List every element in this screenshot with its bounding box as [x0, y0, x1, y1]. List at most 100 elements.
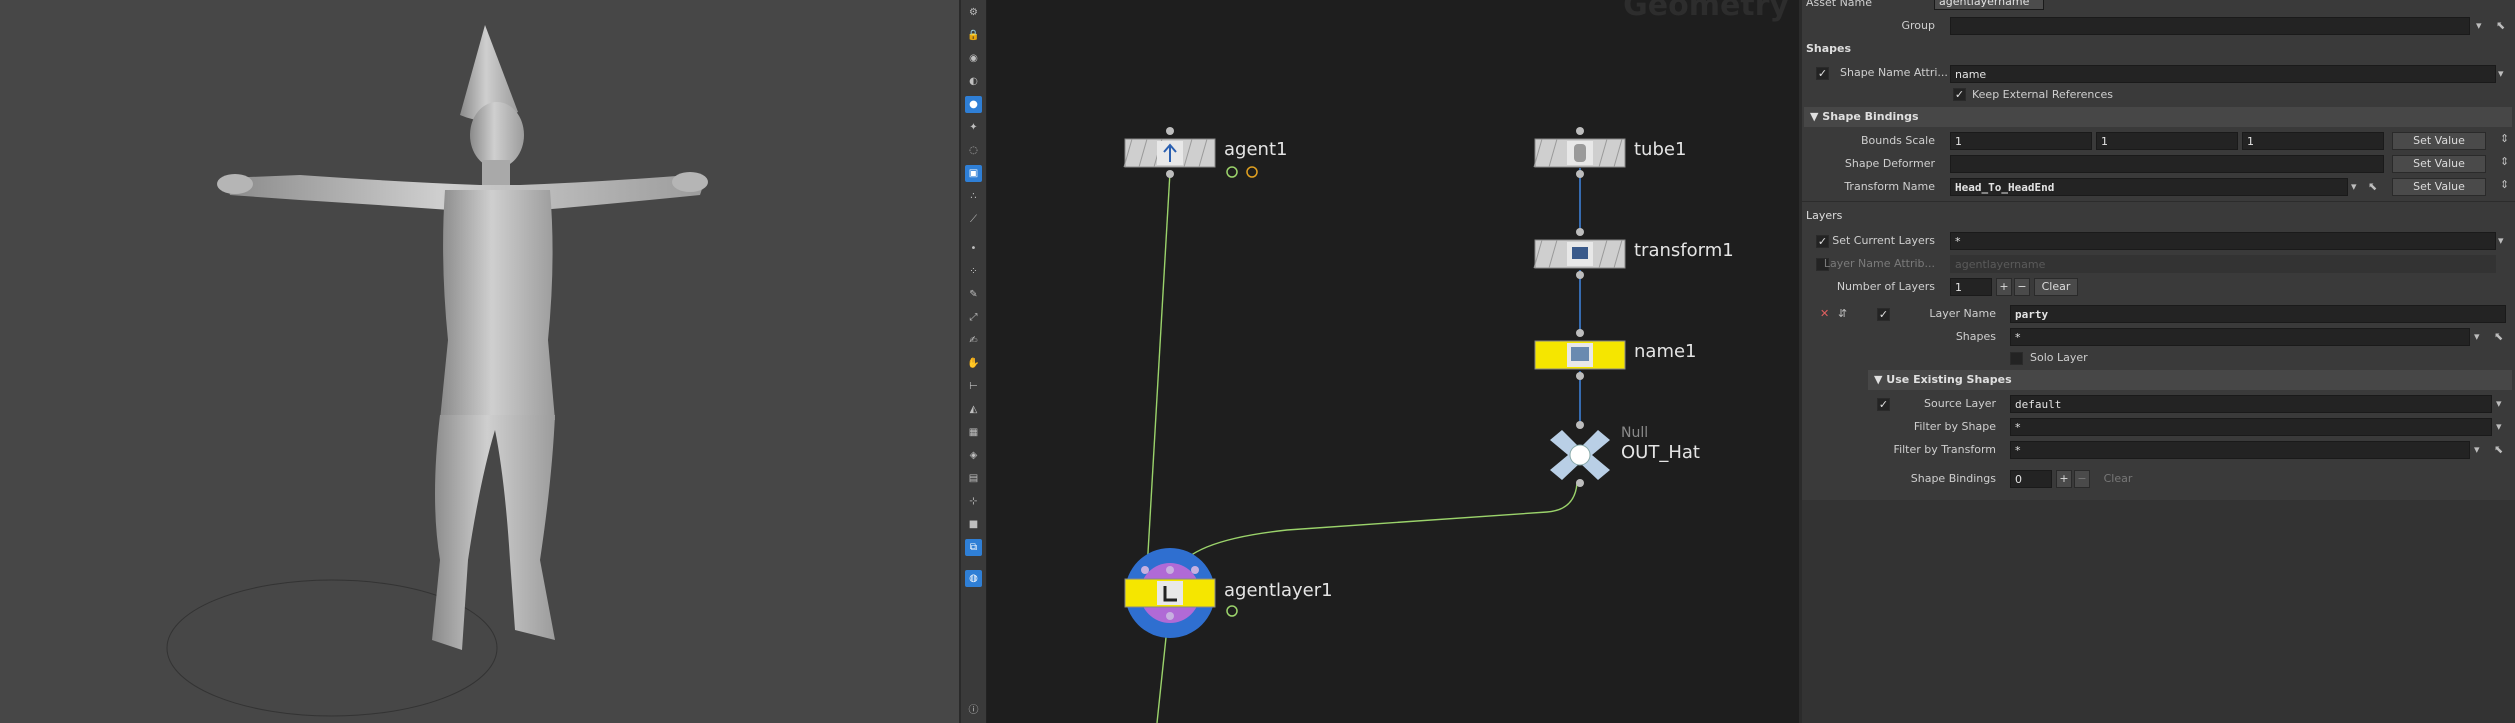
asset-name-field[interactable]: agentlayername [1934, 0, 2044, 10]
snap-icon[interactable]: ● [965, 96, 982, 113]
node-name1[interactable] [1534, 329, 1626, 380]
network-editor[interactable]: Geometry agent1 tube1 transform1 name1 N… [987, 0, 1799, 723]
display-options-icon[interactable]: ⚙ [965, 4, 982, 21]
num-layers-field[interactable]: 1 [1950, 278, 1992, 296]
shape-bindings-folder-title: Shape Bindings [1822, 110, 1919, 123]
asset-name-label: Asset Name [1806, 0, 1873, 9]
use-existing-shapes-folder[interactable]: ▼ Use Existing Shapes [1868, 370, 2512, 390]
group-select-icon[interactable]: ⬉ [2496, 19, 2505, 32]
num-layers-remove-button[interactable]: − [2014, 278, 2030, 296]
layer-shapes-select-icon[interactable]: ⬉ [2494, 330, 2503, 343]
camera-lock-icon[interactable]: ◍ [965, 570, 982, 587]
node-label-out-hat: OUT_Hat [1621, 442, 1700, 463]
shape-bindings-count-field[interactable]: 0 [2010, 470, 2052, 488]
source-layer-label: Source Layer [1924, 397, 1996, 410]
shape-deformer-set-value-button[interactable]: Set Value [2392, 155, 2486, 173]
character-torso [440, 190, 555, 420]
character-head [470, 102, 524, 168]
layer-name-field[interactable]: party [2010, 305, 2506, 323]
point-icon[interactable]: • [965, 240, 982, 257]
layers-icon[interactable]: ◈ [965, 447, 982, 464]
group-field[interactable] [1950, 17, 2470, 35]
layer-shapes-field[interactable]: * [2010, 328, 2470, 346]
bounds-scale-set-value-button[interactable]: Set Value [2392, 132, 2486, 150]
light-icon[interactable]: ✦ [965, 119, 982, 136]
source-layer-field[interactable]: default [2010, 395, 2492, 413]
num-layers-add-button[interactable]: + [1996, 278, 2012, 296]
camera-icon[interactable]: ◌ [965, 142, 982, 159]
node-transform1[interactable] [1533, 228, 1626, 279]
layer-name-attr-field[interactable]: agentlayername [1950, 255, 2496, 273]
bounds-scale-stepper-icon[interactable]: ⇕ [2500, 132, 2509, 145]
filter-transform-select-icon[interactable]: ⬉ [2494, 443, 2503, 456]
keep-external-checkbox[interactable]: ✓ [1953, 88, 1966, 101]
parameter-pane: Asset Name agentlayername Group ▾ ⬉ Shap… [1802, 0, 2515, 723]
filter-shape-field[interactable]: * [2010, 418, 2492, 436]
handle-icon[interactable]: ⤢ [965, 309, 982, 326]
transform-name-set-value-button[interactable]: Set Value [2392, 178, 2486, 196]
layer-name-attr-label: Layer Name Attrib... [1823, 257, 1935, 270]
node-agentlayer1[interactable] [1124, 548, 1238, 638]
scene-viewport[interactable] [0, 0, 959, 723]
info-icon[interactable]: ⓘ [965, 700, 982, 717]
paint-icon[interactable]: ✍ [965, 332, 982, 349]
selection-mode-icon[interactable]: ▣ [965, 165, 982, 182]
character-legs [432, 415, 555, 650]
shape-bindings-add-button[interactable]: + [2056, 470, 2072, 488]
grid-icon[interactable]: ▦ [965, 424, 982, 441]
solo-layer-checkbox[interactable] [2010, 352, 2023, 365]
brush-icon[interactable]: ✎ [965, 286, 982, 303]
shading-icon[interactable]: ◐ [965, 73, 982, 90]
shape-name-attr-toggle[interactable]: ✓ [1816, 67, 1829, 80]
shape-bindings-folder[interactable]: ▼ Shape Bindings [1804, 107, 2512, 127]
parameter-pane-empty-area [1802, 501, 2515, 723]
set-current-layers-dropdown-icon[interactable]: ▾ [2498, 234, 2504, 247]
transform-name-stepper-icon[interactable]: ⇕ [2500, 178, 2509, 191]
lock-icon[interactable]: 🔒 [965, 27, 982, 44]
box-icon[interactable]: ■ [965, 516, 982, 533]
joint-icon[interactable]: ⊹ [965, 493, 982, 510]
bounds-scale-z[interactable]: 1 [2242, 132, 2384, 150]
primitive-icon[interactable]: ⁘ [965, 263, 982, 280]
tag-icon[interactable]: ◭ [965, 401, 982, 418]
shape-deformer-field[interactable] [1950, 155, 2384, 173]
group-label: Group [1901, 19, 1936, 32]
vertex-mode-icon[interactable]: ∴ [965, 188, 982, 205]
viewport-scene [166, 25, 708, 717]
group-dropdown-icon[interactable]: ▾ [2476, 19, 2482, 32]
bounds-scale-y[interactable]: 1 [2096, 132, 2238, 150]
shape-name-attr-dropdown-icon[interactable]: ▾ [2498, 67, 2504, 80]
filter-transform-field[interactable]: * [2010, 441, 2470, 459]
source-layer-dropdown-icon[interactable]: ▾ [2496, 397, 2502, 410]
edge-mode-icon[interactable]: ⟋ [965, 211, 982, 228]
hand-icon[interactable]: ✋ [965, 355, 982, 372]
use-existing-shapes-title: Use Existing Shapes [1886, 373, 2012, 386]
shape-name-attr-field[interactable]: name [1950, 65, 2496, 83]
node-out-hat[interactable] [1550, 421, 1610, 487]
transform-name-select-icon[interactable]: ⬉ [2368, 180, 2377, 193]
shape-bindings-count-label: Shape Bindings [1910, 472, 1996, 485]
ruler-icon[interactable]: ⊢ [965, 378, 982, 395]
filter-shape-dropdown-icon[interactable]: ▾ [2496, 420, 2502, 433]
num-layers-clear-button[interactable]: Clear [2034, 278, 2078, 296]
shape-bindings-remove-button[interactable]: − [2074, 470, 2090, 488]
wire-outhat-agentlayer1 [1176, 482, 1578, 571]
bounds-scale-x[interactable]: 1 [1950, 132, 2092, 150]
node-label-name1: name1 [1634, 341, 1697, 362]
shape-bindings-clear-button[interactable]: Clear [2096, 470, 2140, 488]
bounds-scale-label: Bounds Scale [1860, 134, 1935, 147]
node-type-null: Null [1621, 425, 1649, 441]
transform-name-field[interactable]: Head_To_HeadEnd [1950, 178, 2348, 196]
node-label-agentlayer1: agentlayer1 [1224, 580, 1333, 601]
shape-deformer-label: Shape Deformer [1844, 157, 1935, 170]
filter-transform-dropdown-icon[interactable]: ▾ [2474, 443, 2480, 456]
layer-shapes-dropdown-icon[interactable]: ▾ [2474, 330, 2480, 343]
view-icon[interactable]: ◉ [965, 50, 982, 67]
layer-name-label: Layer Name [1929, 307, 1996, 320]
transform-name-dropdown-icon[interactable]: ▾ [2351, 180, 2357, 193]
set-current-layers-field[interactable]: * [1950, 232, 2496, 250]
group-icon[interactable]: ⧉ [965, 539, 982, 556]
shape-deformer-stepper-icon[interactable]: ⇕ [2500, 155, 2509, 168]
node-tube1[interactable] [1533, 127, 1626, 178]
image-icon[interactable]: ▤ [965, 470, 982, 487]
